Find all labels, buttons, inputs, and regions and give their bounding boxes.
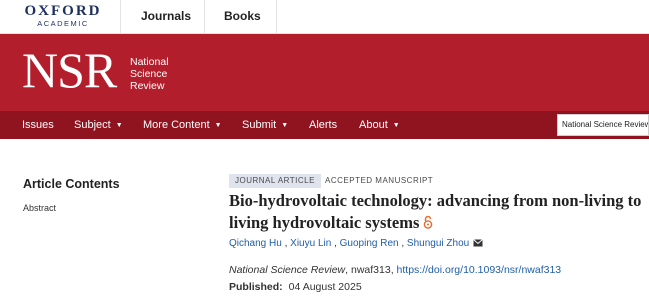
nav-label: Submit (242, 119, 277, 131)
author-list: Qichang Hu , Xiuyu Lin , Guoping Ren , S… (229, 238, 484, 249)
divider (204, 0, 205, 34)
article-contents-heading: Article Contents (23, 177, 120, 191)
journal-name-line: Science (130, 68, 168, 80)
nav-label: Alerts (309, 119, 338, 131)
caret-down-icon: ▼ (281, 122, 289, 129)
nav-subject[interactable]: Subject ▼ (74, 111, 123, 139)
journal-name: National Science Review (130, 56, 169, 92)
author-link[interactable]: Qichang Hu (229, 238, 282, 249)
author-link[interactable]: Guoping Ren (340, 238, 399, 249)
nav-label: Subject (74, 119, 111, 131)
nav-alerts[interactable]: Alerts (309, 111, 337, 139)
journal-banner: NSR National Science Review (0, 34, 649, 111)
caret-down-icon: ▼ (115, 122, 123, 129)
nav-label: About (359, 119, 388, 131)
author-link[interactable]: Xiuyu Lin (290, 238, 331, 249)
caret-down-icon: ▼ (214, 122, 222, 129)
nav-more-content[interactable]: More Content ▼ (143, 111, 222, 139)
published-date: 04 August 2025 (288, 281, 362, 293)
caret-down-icon: ▼ (392, 122, 400, 129)
article-title-text: Bio-hydrovoltaic technology: advancing f… (229, 191, 642, 232)
oxford-academic-logo[interactable]: OXFORD ACADEMIC (20, 3, 106, 29)
published-line: Published: 04 August 2025 (229, 281, 362, 293)
citation-line: National Science Review, nwaf313, https:… (229, 264, 561, 276)
author-separator: , (331, 238, 340, 249)
divider (276, 0, 277, 34)
logo-main-text: OXFORD (24, 3, 102, 19)
journals-link[interactable]: Journals (141, 0, 191, 34)
article-id: , nwaf313, (345, 264, 397, 276)
journal-name-line: Review (130, 80, 165, 92)
nav-submit[interactable]: Submit ▼ (242, 111, 288, 139)
nav-about[interactable]: About ▼ (359, 111, 400, 139)
article-type-badge: JOURNAL ARTICLE (229, 174, 321, 188)
nav-label: Issues (22, 119, 54, 131)
author-link[interactable]: Shungui Zhou (407, 238, 469, 249)
top-bar: OXFORD ACADEMIC Journals Books (0, 0, 649, 34)
open-access-lock-icon (424, 215, 433, 229)
books-link[interactable]: Books (224, 0, 261, 34)
main-nav: Issues Subject ▼ More Content ▼ Submit ▼ Al… (0, 111, 649, 139)
nav-issues[interactable]: Issues (22, 111, 54, 139)
abstract-link[interactable]: Abstract (23, 203, 56, 213)
doi-link[interactable]: https://doi.org/10.1093/nsr/nwaf313 (397, 264, 562, 276)
divider (120, 0, 121, 34)
author-separator: , (398, 238, 407, 249)
author-separator: , (281, 238, 291, 249)
journal-name-line: National (130, 56, 169, 68)
search-scope-select[interactable]: National Science Review (557, 114, 649, 136)
journal-citation-name: National Science Review (229, 264, 346, 276)
envelope-icon[interactable] (473, 239, 484, 247)
published-label: Published: (229, 281, 283, 293)
nsr-logo[interactable]: NSR (22, 44, 117, 96)
article-status-badge: ACCEPTED MANUSCRIPT (325, 176, 434, 185)
article-title: Bio-hydrovoltaic technology: advancing f… (229, 190, 644, 234)
logo-sub-text: ACADEMIC (37, 19, 89, 28)
nav-label: More Content (143, 119, 210, 131)
